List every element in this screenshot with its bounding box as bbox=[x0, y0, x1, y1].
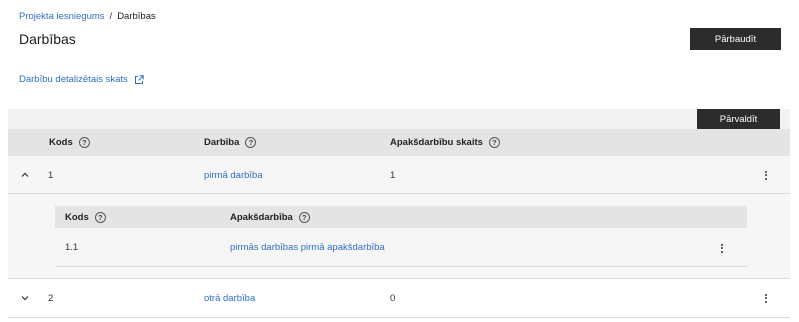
breadcrumb-current: Darbības bbox=[117, 11, 156, 22]
help-icon[interactable]: ? bbox=[488, 137, 500, 148]
subtable-divider bbox=[55, 266, 747, 267]
breadcrumb-link-project[interactable]: Projekta iesniegums bbox=[19, 11, 105, 22]
detail-view-link[interactable]: Darbību detalizētais skats bbox=[19, 74, 144, 85]
subcolumn-header-code-label: Kods bbox=[65, 211, 89, 223]
subrow-1-subactivity-link[interactable]: pirmās darbības pirmā apakšdarbība bbox=[230, 242, 385, 253]
help-icon[interactable]: ? bbox=[94, 211, 106, 223]
column-header-activity: Darbība ? bbox=[204, 129, 257, 156]
row-divider bbox=[8, 278, 790, 279]
column-header-code: Kods ? bbox=[49, 129, 90, 156]
manage-button[interactable]: Pārvaldīt bbox=[697, 109, 780, 129]
column-header-subcount-label: Apakšdarbību skaits bbox=[390, 137, 483, 148]
row-divider bbox=[8, 193, 790, 194]
check-button[interactable]: Pārbaudīt bbox=[690, 28, 781, 50]
subcolumn-header-subactivity-label: Apakšdarbība bbox=[230, 211, 293, 223]
row-2-activity-link[interactable]: otrā darbība bbox=[204, 293, 255, 304]
row-2-more-icon[interactable] bbox=[762, 292, 770, 304]
row-2-code: 2 bbox=[48, 293, 54, 304]
help-icon[interactable]: ? bbox=[78, 137, 90, 148]
breadcrumb: Projekta iesniegums / Darbības bbox=[19, 11, 156, 22]
subcolumn-header-code: Kods ? bbox=[65, 206, 106, 228]
column-header-activity-label: Darbība bbox=[204, 137, 240, 148]
row-2-subcount: 0 bbox=[390, 293, 396, 304]
detail-view-link-label: Darbību detalizētais skats bbox=[19, 74, 128, 85]
help-icon[interactable]: ? bbox=[245, 137, 257, 148]
subtable-row: 1.1 pirmās darbības pirmā apakšdarbība bbox=[55, 228, 747, 267]
row-1-activity-link[interactable]: pirmā darbība bbox=[204, 170, 263, 181]
row-1-subcount: 1 bbox=[390, 170, 396, 181]
subrow-1-code: 1.1 bbox=[65, 242, 79, 253]
external-link-icon bbox=[134, 74, 144, 84]
subrow-1-more-icon[interactable] bbox=[718, 242, 726, 254]
row-1-more-icon[interactable] bbox=[762, 169, 770, 181]
breadcrumb-separator: / bbox=[109, 11, 113, 22]
table-header: Kods ? Darbība ? Apakšdarbību skaits ? bbox=[8, 129, 790, 156]
column-header-subcount: Apakšdarbību skaits ? bbox=[390, 129, 500, 156]
help-icon[interactable]: ? bbox=[298, 211, 310, 223]
page-title: Darbības bbox=[19, 31, 76, 47]
chevron-up-icon[interactable] bbox=[19, 169, 31, 181]
subtable-header: Kods ? Apakšdarbība ? bbox=[55, 206, 747, 228]
table-toolbar bbox=[8, 109, 790, 129]
row-divider bbox=[8, 317, 790, 318]
row-1-code: 1 bbox=[48, 170, 54, 181]
column-header-code-label: Kods bbox=[49, 137, 73, 148]
chevron-down-icon[interactable] bbox=[19, 292, 31, 304]
subcolumn-header-subactivity: Apakšdarbība ? bbox=[230, 206, 310, 228]
